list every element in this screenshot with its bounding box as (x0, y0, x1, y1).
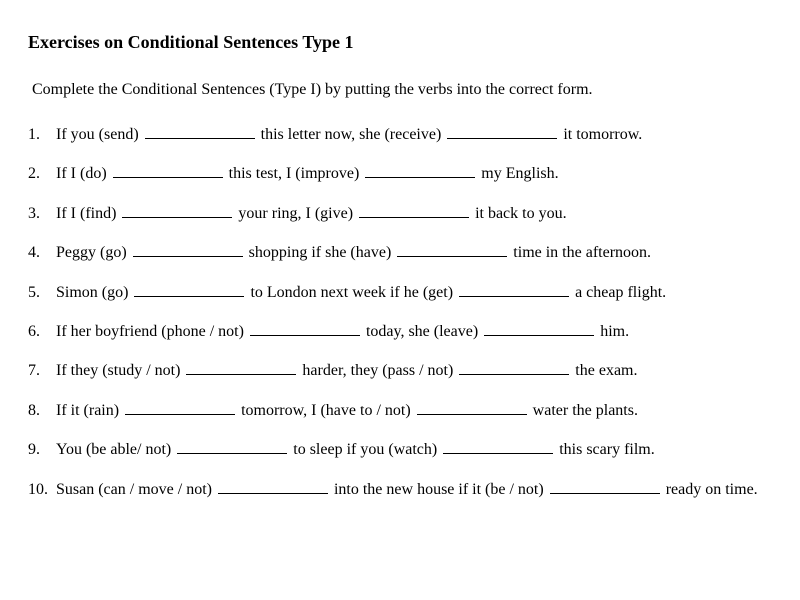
exercise-text-fragment: your ring, I (give) (234, 205, 357, 222)
fill-in-blank[interactable] (365, 162, 475, 178)
exercise-text-fragment: him. (596, 323, 629, 340)
fill-in-blank[interactable] (134, 281, 244, 297)
exercise-text: If they (study / not) harder, they (pass… (56, 359, 772, 382)
fill-in-blank[interactable] (125, 399, 235, 415)
exercise-text-fragment: to sleep if you (watch) (289, 441, 441, 458)
fill-in-blank[interactable] (417, 399, 527, 415)
fill-in-blank[interactable] (133, 241, 243, 257)
exercise-text-fragment: this scary film. (555, 441, 655, 458)
fill-in-blank[interactable] (359, 202, 469, 218)
exercise-item: 2.If I (do) this test, I (improve) my En… (28, 162, 772, 185)
exercise-text-fragment: today, she (leave) (362, 323, 482, 340)
exercise-text-fragment: my English. (477, 165, 558, 182)
exercise-text-fragment: ready on time. (662, 481, 758, 498)
exercise-text-fragment: harder, they (pass / not) (298, 362, 457, 379)
exercise-number: 10. (28, 479, 56, 501)
exercise-text: If I (find) your ring, I (give) it back … (56, 202, 772, 225)
fill-in-blank[interactable] (218, 478, 328, 494)
fill-in-blank[interactable] (397, 241, 507, 257)
exercise-text-fragment: time in the afternoon. (509, 244, 651, 261)
exercise-text-fragment: it back to you. (471, 205, 567, 222)
fill-in-blank[interactable] (177, 438, 287, 454)
fill-in-blank[interactable] (145, 123, 255, 139)
fill-in-blank[interactable] (459, 359, 569, 375)
fill-in-blank[interactable] (250, 320, 360, 336)
fill-in-blank[interactable] (484, 320, 594, 336)
exercise-number: 1. (28, 124, 56, 146)
exercise-text-fragment: into the new house if it (be / not) (330, 481, 548, 498)
exercise-text-fragment: this letter now, she (receive) (257, 126, 446, 143)
exercise-number: 3. (28, 203, 56, 225)
exercise-text-fragment: If I (do) (56, 165, 111, 182)
exercise-text-fragment: You (be able/ not) (56, 441, 175, 458)
exercise-text: If her boyfriend (phone / not) today, sh… (56, 320, 772, 343)
fill-in-blank[interactable] (459, 281, 569, 297)
exercise-list: 1.If you (send) this letter now, she (re… (28, 123, 772, 501)
exercise-number: 2. (28, 163, 56, 185)
exercise-title: Exercises on Conditional Sentences Type … (28, 32, 772, 53)
exercise-text-fragment: If it (rain) (56, 402, 123, 419)
exercise-text-fragment: If they (study / not) (56, 362, 184, 379)
exercise-item: 8.If it (rain) tomorrow, I (have to / no… (28, 399, 772, 422)
exercise-text-fragment: this test, I (improve) (225, 165, 364, 182)
exercise-number: 9. (28, 439, 56, 461)
exercise-text-fragment: If her boyfriend (phone / not) (56, 323, 248, 340)
exercise-text: If it (rain) tomorrow, I (have to / not)… (56, 399, 772, 422)
exercise-item: 7.If they (study / not) harder, they (pa… (28, 359, 772, 382)
fill-in-blank[interactable] (447, 123, 557, 139)
exercise-text-fragment: shopping if she (have) (245, 244, 396, 261)
exercise-item: 3.If I (find) your ring, I (give) it bac… (28, 202, 772, 225)
fill-in-blank[interactable] (122, 202, 232, 218)
exercise-text-fragment: Simon (go) (56, 284, 132, 301)
exercise-text: If I (do) this test, I (improve) my Engl… (56, 162, 772, 185)
fill-in-blank[interactable] (113, 162, 223, 178)
exercise-text-fragment: Peggy (go) (56, 244, 131, 261)
exercise-text: If you (send) this letter now, she (rece… (56, 123, 772, 146)
exercise-text: Peggy (go) shopping if she (have) time i… (56, 241, 772, 264)
exercise-text-fragment: If you (send) (56, 126, 143, 143)
exercise-number: 8. (28, 400, 56, 422)
exercise-text-fragment: If I (find) (56, 205, 120, 222)
exercise-item: 6.If her boyfriend (phone / not) today, … (28, 320, 772, 343)
exercise-text: You (be able/ not) to sleep if you (watc… (56, 438, 772, 461)
exercise-item: 5.Simon (go) to London next week if he (… (28, 281, 772, 304)
exercise-item: 9.You (be able/ not) to sleep if you (wa… (28, 438, 772, 461)
exercise-item: 4.Peggy (go) shopping if she (have) time… (28, 241, 772, 264)
exercise-text-fragment: it tomorrow. (559, 126, 642, 143)
exercise-number: 5. (28, 282, 56, 304)
exercise-text-fragment: a cheap flight. (571, 284, 666, 301)
exercise-item: 10.Susan (can / move / not) into the new… (28, 478, 772, 501)
fill-in-blank[interactable] (186, 359, 296, 375)
exercise-number: 7. (28, 360, 56, 382)
exercise-text-fragment: to London next week if he (get) (246, 284, 457, 301)
exercise-text-fragment: water the plants. (529, 402, 638, 419)
exercise-text: Simon (go) to London next week if he (ge… (56, 281, 772, 304)
exercise-text-fragment: the exam. (571, 362, 637, 379)
exercise-item: 1.If you (send) this letter now, she (re… (28, 123, 772, 146)
exercise-text: Susan (can / move / not) into the new ho… (56, 478, 772, 501)
exercise-number: 6. (28, 321, 56, 343)
exercise-text-fragment: tomorrow, I (have to / not) (237, 402, 415, 419)
fill-in-blank[interactable] (443, 438, 553, 454)
exercise-instruction: Complete the Conditional Sentences (Type… (32, 81, 772, 99)
exercise-text-fragment: Susan (can / move / not) (56, 481, 216, 498)
fill-in-blank[interactable] (550, 478, 660, 494)
exercise-number: 4. (28, 242, 56, 264)
